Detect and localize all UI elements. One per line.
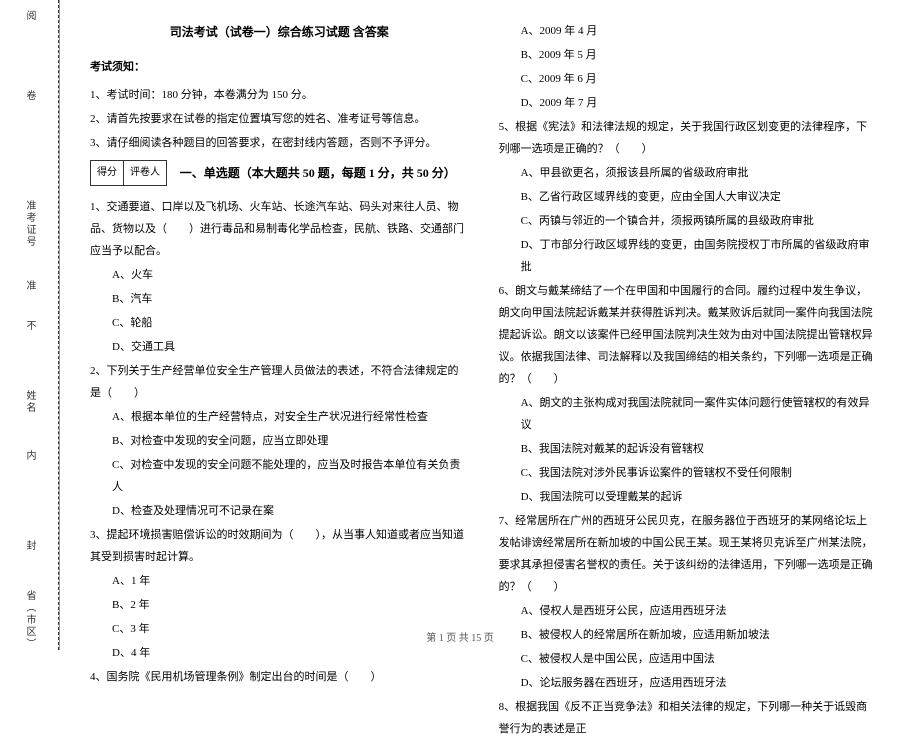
dashed-binding-line — [58, 0, 59, 650]
q6-opt-a: A、朗文的主张构成对我国法院就同一案件实体问题行使管辖权的有效异议 — [499, 392, 878, 436]
q2-opt-a: A、根据本单位的生产经营特点，对安全生产状况进行经常性检查 — [90, 406, 469, 428]
score-box: 得分 评卷人 — [90, 160, 167, 186]
q7-opt-d: D、论坛服务器在西班牙，应适用西班牙法 — [499, 672, 878, 694]
q7-stem: 7、经常居所在广州的西班牙公民贝克，在服务器位于西班牙的某网络论坛上发帖诽谤经常… — [499, 510, 878, 598]
q1-stem: 1、交通要道、口岸以及飞机场、火车站、长途汽车站、码头对来往人员、物品、货物以及… — [90, 196, 469, 262]
q2-stem: 2、下列关于生产经营单位安全生产管理人员做法的表述，不符合法律规定的是（ ） — [90, 360, 469, 404]
q5-opt-c: C、丙镇与邻近的一个镇合并，须报两镇所属的县级政府审批 — [499, 210, 878, 232]
section-1-title: 一、单选题（本大题共 50 题，每题 1 分，共 50 分） — [167, 161, 469, 185]
q3-opt-b: B、2 年 — [90, 594, 469, 616]
q4-opt-b: B、2009 年 5 月 — [499, 44, 878, 66]
q8-stem: 8、根据我国《反不正当竞争法》和相关法律的规定，下列哪一种关于诋毁商誉行为的表述… — [499, 696, 878, 740]
q5-stem: 5、根据《宪法》和法律法规的规定，关于我国行政区划变更的法律程序，下列哪一选项是… — [499, 116, 878, 160]
q5-opt-b: B、乙省行政区域界线的变更，应由全国人大审议决定 — [499, 186, 878, 208]
sidebar-label-name: 姓名 — [22, 390, 37, 414]
main-content: 司法考试（试卷一）综合练习试题 含答案 考试须知： 1、考试时间：180 分钟，… — [60, 0, 920, 650]
notice-line: 2、请首先按要求在试卷的指定位置填写您的姓名、准考证号等信息。 — [90, 108, 469, 130]
sidebar-label: 阅 — [22, 10, 37, 22]
page-footer: 第 1 页 共 15 页 — [0, 629, 920, 644]
q7-opt-a: A、侵权人是西班牙公民，应适用西班牙法 — [499, 600, 878, 622]
q4-opt-c: C、2009 年 6 月 — [499, 68, 878, 90]
notice-header: 考试须知： — [90, 56, 469, 78]
sidebar-label: 不 — [22, 320, 37, 332]
q2-opt-b: B、对检查中发现的安全问题，应当立即处理 — [90, 430, 469, 452]
score-col-grader: 评卷人 — [124, 161, 166, 185]
q4-opt-a: A、2009 年 4 月 — [499, 20, 878, 42]
q2-opt-d: D、检查及处理情况可不记录在案 — [90, 500, 469, 522]
notice-line: 1、考试时间：180 分钟，本卷满分为 150 分。 — [90, 84, 469, 106]
q2-opt-c: C、对检查中发现的安全问题不能处理的，应当及时报告本单位有关负责人 — [90, 454, 469, 498]
sidebar-label: 卷 — [22, 90, 37, 102]
right-column: A、2009 年 4 月 B、2009 年 5 月 C、2009 年 6 月 D… — [484, 20, 878, 640]
q4-stem: 4、国务院《民用机场管理条例》制定出台的时间是（ ） — [90, 666, 469, 688]
notice-line: 3、请仔细阅读各种题目的回答要求，在密封线内答题，否则不予评分。 — [90, 132, 469, 154]
q1-opt-c: C、轮船 — [90, 312, 469, 334]
q5-opt-a: A、甲县欲更名，须报该县所属的省级政府审批 — [499, 162, 878, 184]
exam-title: 司法考试（试卷一）综合练习试题 含答案 — [90, 20, 469, 44]
left-column: 司法考试（试卷一）综合练习试题 含答案 考试须知： 1、考试时间：180 分钟，… — [90, 20, 484, 640]
q3-opt-a: A、1 年 — [90, 570, 469, 592]
q6-stem: 6、朗文与戴某缔结了一个在甲国和中国履行的合同。履约过程中发生争议，朗文向甲国法… — [499, 280, 878, 390]
q6-opt-d: D、我国法院可以受理戴某的起诉 — [499, 486, 878, 508]
sidebar-label-examinee-no: 准考证号 — [22, 200, 37, 248]
binding-sidebar: 阅 卷 准考证号 准 不 姓名 内 封 省（市区） — [0, 0, 60, 650]
score-col-score: 得分 — [91, 161, 124, 185]
q1-opt-b: B、汽车 — [90, 288, 469, 310]
sidebar-label: 封 — [22, 540, 37, 552]
q6-opt-b: B、我国法院对戴某的起诉没有管辖权 — [499, 438, 878, 460]
q4-opt-d: D、2009 年 7 月 — [499, 92, 878, 114]
q1-opt-d: D、交通工具 — [90, 336, 469, 358]
q5-opt-d: D、丁市部分行政区域界线的变更，由国务院授权丁市所属的省级政府审批 — [499, 234, 878, 278]
sidebar-label: 准 — [22, 280, 37, 292]
q7-opt-c: C、被侵权人是中国公民，应适用中国法 — [499, 648, 878, 670]
q1-opt-a: A、火车 — [90, 264, 469, 286]
q3-opt-d: D、4 年 — [90, 642, 469, 664]
section-header-row: 得分 评卷人 一、单选题（本大题共 50 题，每题 1 分，共 50 分） — [90, 156, 469, 190]
q3-stem: 3、提起环境损害赔偿诉讼的时效期间为（ ），从当事人知道或者应当知道其受到损害时… — [90, 524, 469, 568]
q6-opt-c: C、我国法院对涉外民事诉讼案件的管辖权不受任何限制 — [499, 462, 878, 484]
sidebar-label: 内 — [22, 450, 37, 462]
